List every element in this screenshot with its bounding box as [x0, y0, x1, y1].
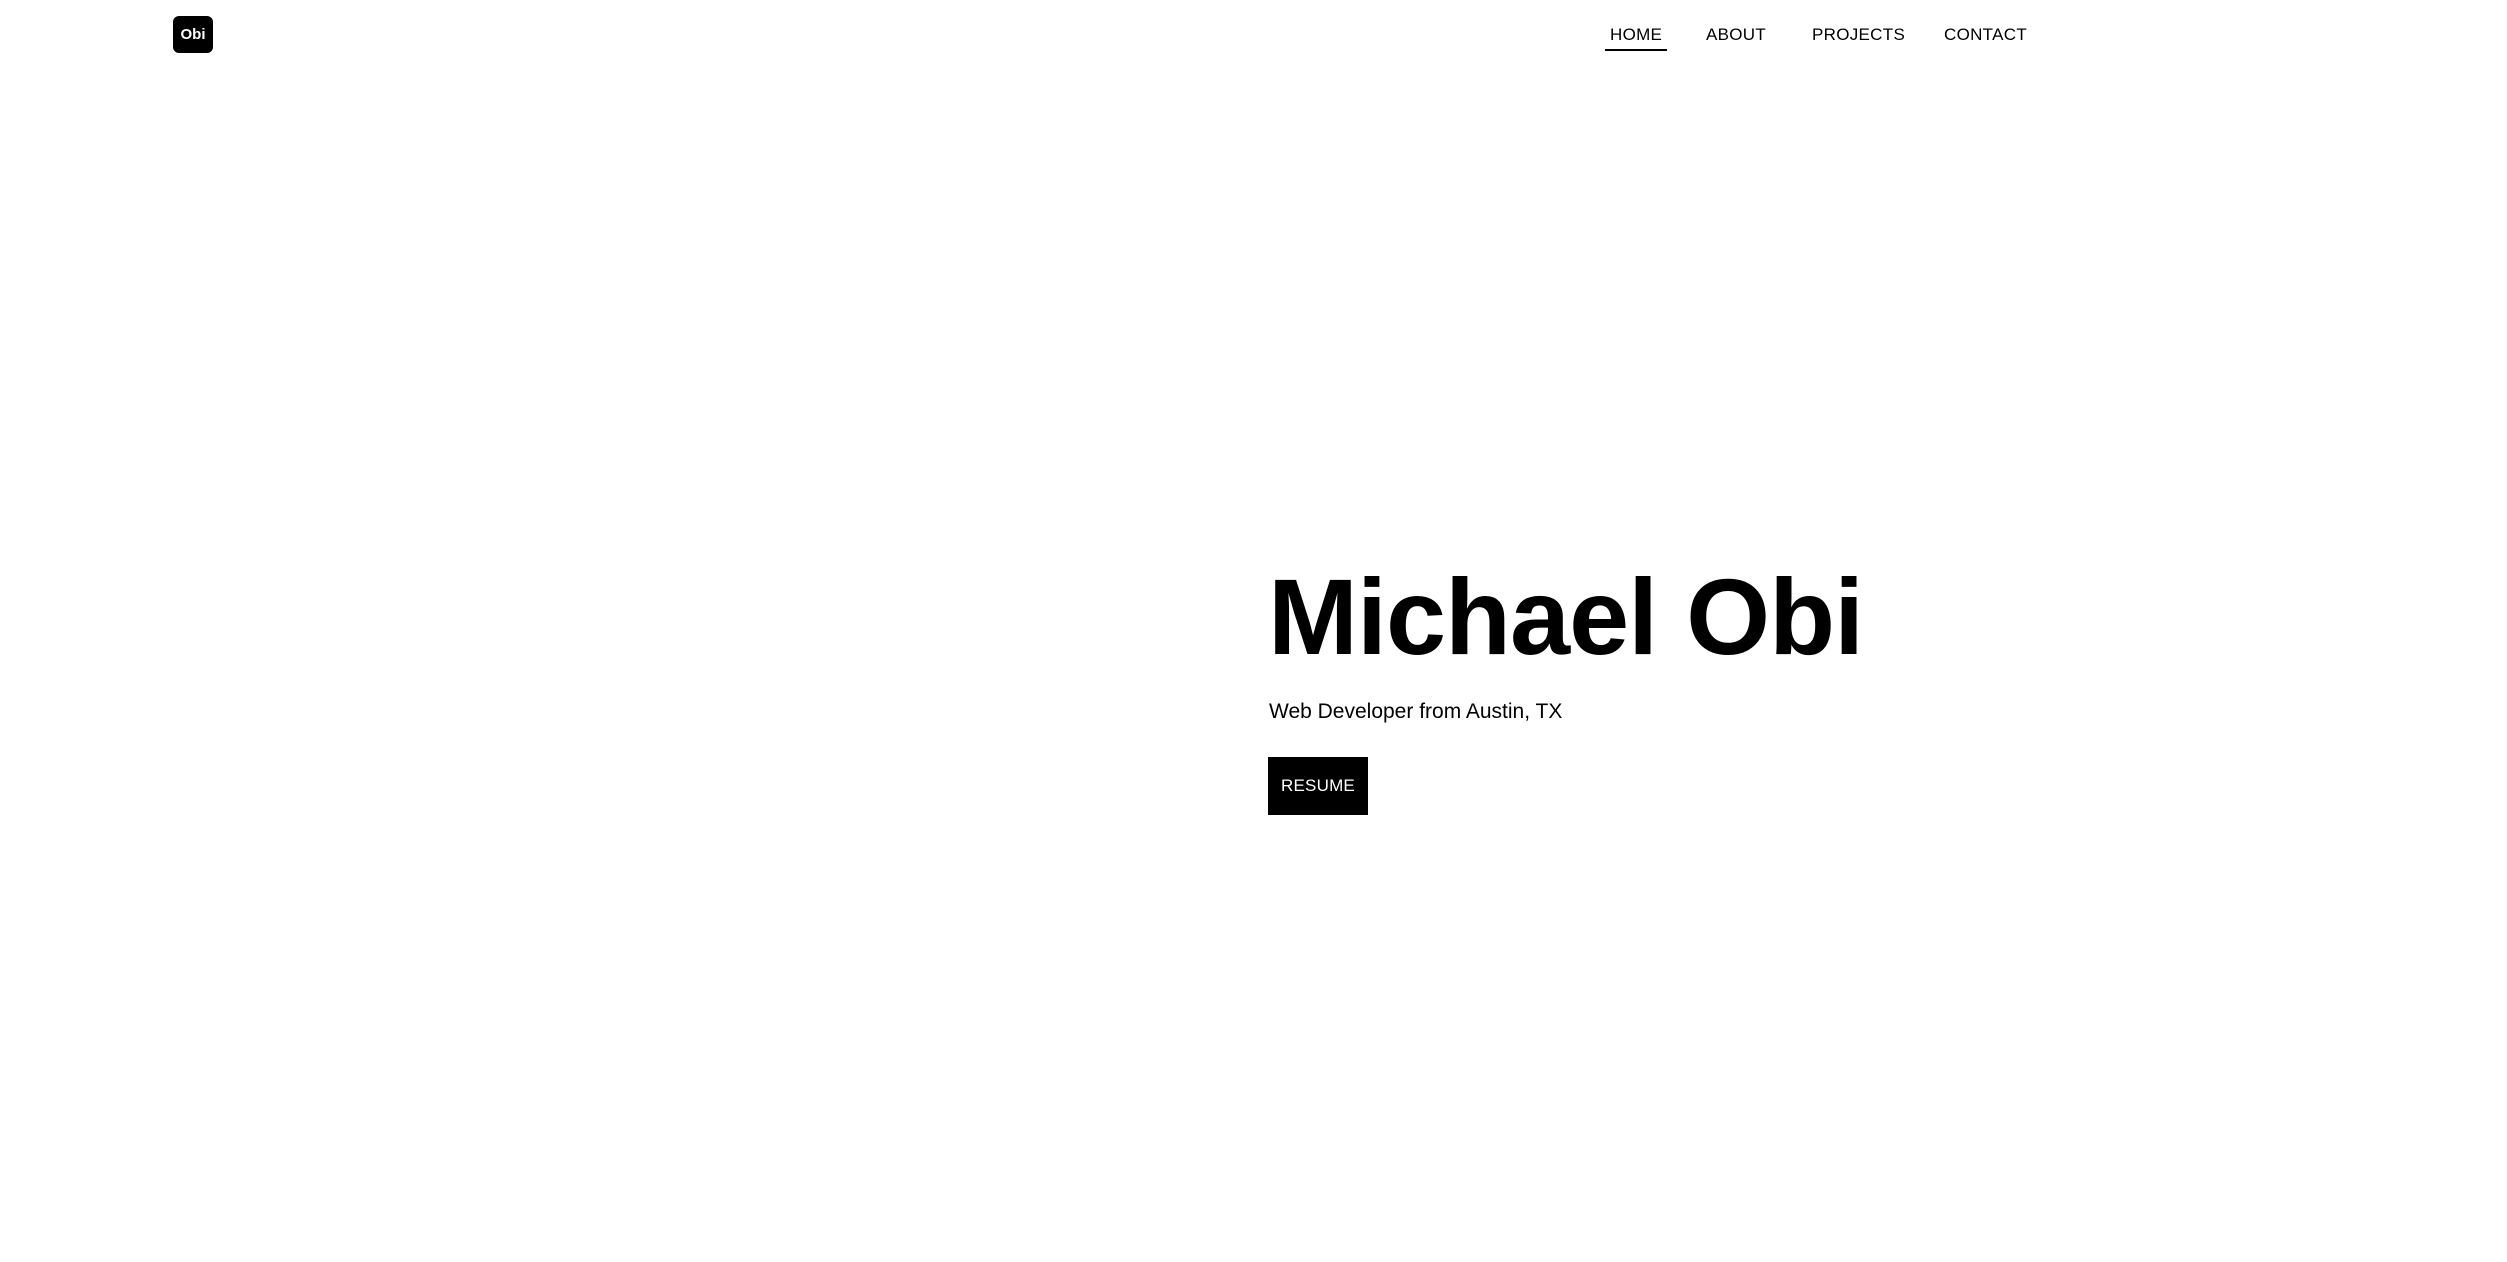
nav-link-projects[interactable]: PROJECTS: [1812, 24, 1905, 46]
nav-link-about[interactable]: ABOUT: [1706, 24, 1766, 46]
top-navigation-bar: Obi HOME ABOUT PROJECTS CONTACT: [0, 0, 2507, 70]
logo-text: Obi: [180, 26, 206, 43]
nav-link-contact[interactable]: CONTACT: [1944, 24, 2027, 46]
logo[interactable]: Obi: [173, 16, 213, 53]
nav-link-home[interactable]: HOME: [1604, 24, 1668, 51]
resume-button[interactable]: RESUME: [1268, 757, 1368, 815]
hero-subtitle: Web Developer from Austin, TX: [1269, 700, 1563, 723]
hero-name: Michael Obi: [1268, 556, 1864, 677]
